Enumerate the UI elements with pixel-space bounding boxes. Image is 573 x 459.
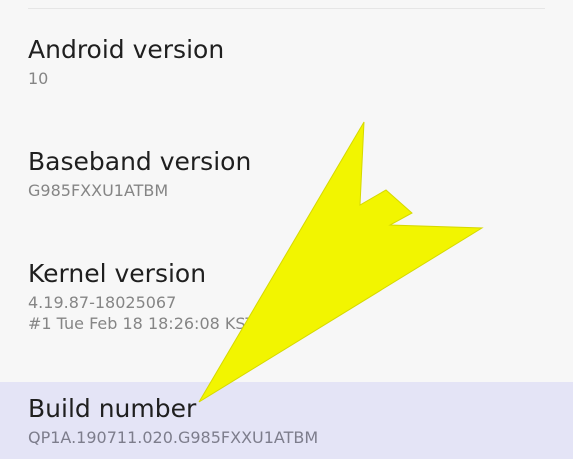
setting-summary-kernel-version: 4.19.87-18025067 #1 Tue Feb 18 18:26:08 …	[28, 293, 302, 333]
setting-summary-android-version: 10	[28, 69, 49, 88]
setting-item-kernel-version[interactable]: Kernel version 4.19.87-18025067 #1 Tue F…	[0, 259, 573, 369]
setting-title-kernel-version: Kernel version	[28, 259, 207, 288]
top-divider	[28, 8, 545, 9]
setting-summary-baseband-version: G985FXXU1ATBM	[28, 181, 169, 200]
setting-title-build-number: Build number	[28, 394, 197, 423]
setting-title-android-version: Android version	[28, 35, 225, 64]
setting-item-build-number[interactable]: Build number QP1A.190711.020.G985FXXU1AT…	[0, 382, 573, 459]
setting-item-android-version[interactable]: Android version 10	[0, 35, 573, 117]
setting-title-baseband-version: Baseband version	[28, 147, 252, 176]
about-phone-software-info-screen: Android version 10 Baseband version G985…	[0, 0, 573, 459]
setting-summary-build-number: QP1A.190711.020.G985FXXU1ATBM	[28, 428, 319, 447]
setting-item-baseband-version[interactable]: Baseband version G985FXXU1ATBM	[0, 147, 573, 229]
